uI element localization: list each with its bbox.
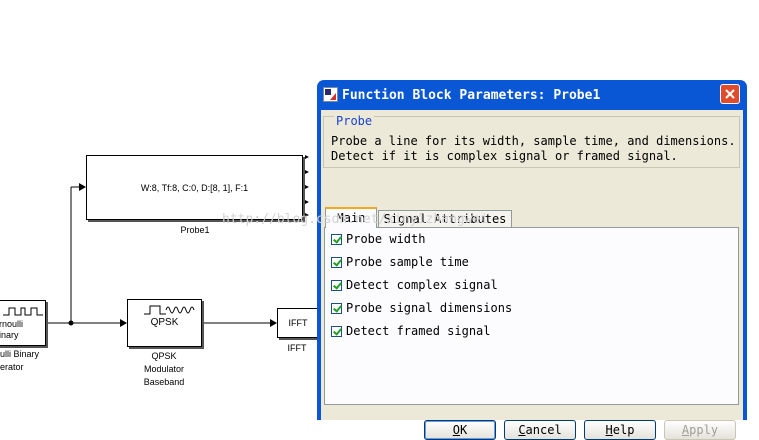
ifft-block[interactable]: IFFT (277, 308, 319, 338)
detect-framed-signal-checkbox[interactable] (331, 325, 342, 337)
qpsk-modulator-block[interactable]: QPSK (127, 299, 202, 347)
qpsk-label: QPSK (150, 317, 179, 328)
ifft-caption: IFFT (287, 343, 307, 353)
watermark: http://blog.csdn.net/xinyizhangwei (222, 212, 489, 227)
ok-button[interactable]: OK (424, 420, 496, 440)
qpsk-caption-3: Baseband (143, 377, 185, 387)
ifft-label: IFFT (288, 318, 308, 328)
simulink-app-icon (323, 87, 338, 102)
detect-framed-signal-label: Detect framed signal (346, 324, 491, 338)
help-button[interactable]: Help (584, 420, 656, 440)
apply-mnemonic: A (681, 423, 690, 437)
arrow-to-probe (79, 183, 86, 191)
option-probe-sample-time[interactable]: Probe sample time (331, 254, 469, 270)
apply-button: Apply (664, 420, 736, 440)
dialog-client-area: Probe Probe a line for its width, sample… (321, 110, 743, 440)
detect-complex-signal-checkbox[interactable] (331, 279, 342, 291)
arrow-to-qpsk (120, 319, 127, 327)
dialog-title: Function Block Parameters: Probe1 (342, 88, 601, 103)
pulse-train-icon (3, 307, 43, 316)
probe-port-3 (305, 185, 309, 189)
bernoulli-caption-1: ulli Binary (0, 349, 40, 359)
probe-sample-time-label: Probe sample time (346, 255, 469, 269)
function-block-parameters-dialog: Function Block Parameters: Probe1 Probe … (317, 80, 747, 440)
probe1-block[interactable]: W:8, Tf:8, C:0, D:[8, 1], F:1 (86, 155, 303, 220)
qpsk-caption-2: Modulator (143, 364, 185, 374)
close-button[interactable] (720, 84, 740, 104)
modulation-waveform-icon (144, 305, 195, 315)
apply-label-rest: pply (689, 423, 719, 437)
option-probe-signal-dimensions[interactable]: Probe signal dimensions (331, 300, 512, 316)
probe-width-checkbox[interactable] (331, 233, 342, 245)
branch-point (68, 320, 74, 326)
probe-signal-dimensions-label: Probe signal dimensions (346, 301, 513, 315)
detect-complex-signal-label: Detect complex signal (346, 278, 498, 292)
probe-width-label: Probe width (346, 232, 426, 246)
dialog-titlebar[interactable]: Function Block Parameters: Probe1 (317, 80, 747, 110)
description-line-1: Probe a line for its width, sample time,… (331, 134, 736, 148)
probe-signal-dimensions-checkbox[interactable] (331, 302, 342, 314)
cancel-button[interactable]: Cancel (504, 420, 576, 440)
qpsk-caption-1: QPSK (151, 351, 177, 361)
cancel-label-rest: ancel (525, 423, 562, 437)
probe1-display: W:8, Tf:8, C:0, D:[8, 1], F:1 (140, 183, 249, 193)
probe-sample-time-checkbox[interactable] (331, 256, 342, 268)
close-icon (725, 89, 735, 99)
arrow-to-ifft (270, 319, 277, 327)
help-label-rest: elp (612, 423, 635, 437)
bernoulli-caption-2: erator (0, 362, 24, 372)
group-title: Probe (334, 114, 375, 128)
help-mnemonic: H (605, 423, 613, 437)
bernoulli-label-2: inary (0, 330, 19, 340)
cancel-mnemonic: C (518, 423, 526, 437)
ok-label-rest: K (460, 423, 468, 437)
option-probe-width[interactable]: Probe width (331, 231, 425, 247)
description-line-2: Detect if it is complex signal or framed… (331, 149, 678, 163)
probe-port-2 (305, 170, 309, 174)
ok-mnemonic: O (452, 423, 460, 437)
bernoulli-binary-generator-block[interactable]: rnoulli inary (0, 300, 46, 346)
probe-port-1 (305, 155, 309, 159)
probe1-caption: Probe1 (180, 225, 210, 235)
probe-description-group: Probe Probe a line for its width, sample… (323, 114, 740, 168)
main-tab-panel: Probe width Probe sample time Detect com… (324, 227, 739, 405)
option-detect-framed-signal[interactable]: Detect framed signal (331, 323, 491, 339)
option-detect-complex-signal[interactable]: Detect complex signal (331, 277, 498, 293)
probe-port-4 (305, 200, 309, 204)
